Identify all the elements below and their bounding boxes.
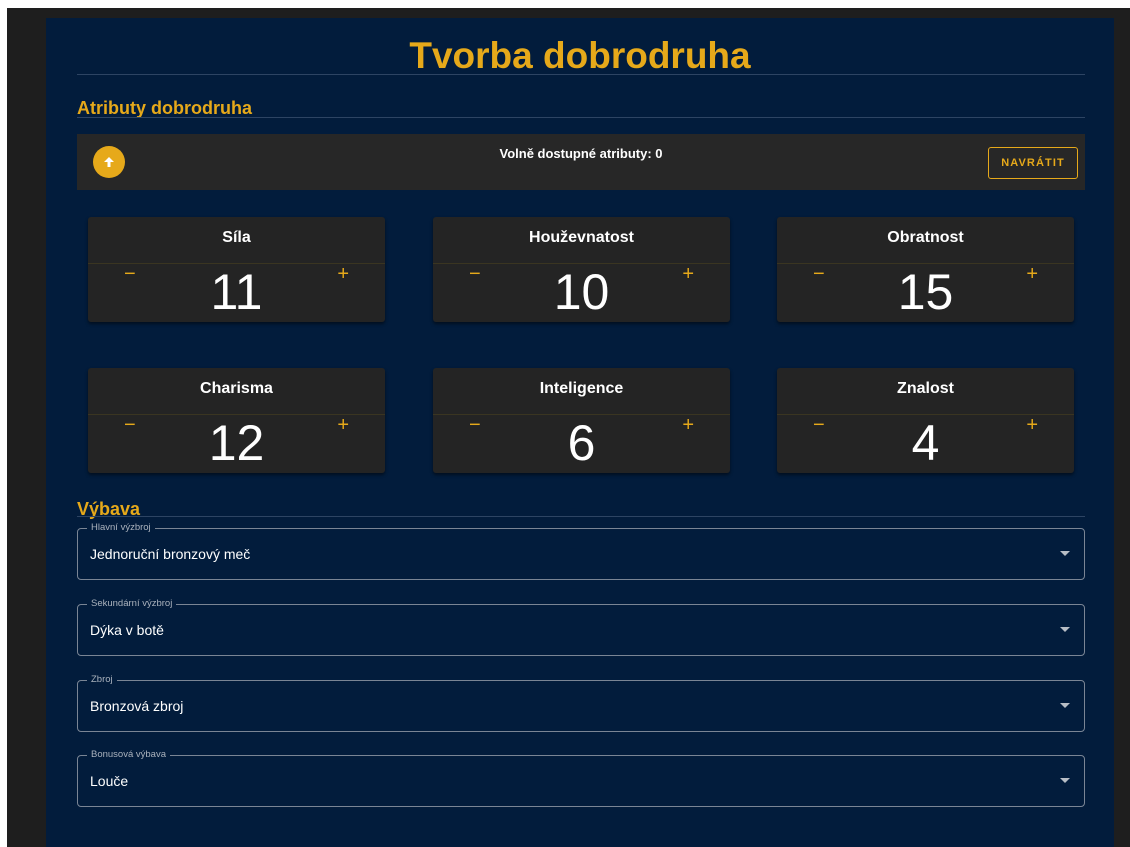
attribute-name: Síla — [222, 229, 251, 246]
field-value: Bronzová zbroj — [90, 698, 184, 714]
field-value: Dýka v botě — [90, 622, 164, 638]
attribute-card-houzevnatost: Houževnatost − 10 + — [433, 217, 730, 322]
increment-button[interactable]: + — [682, 263, 694, 285]
attributes-section-title: Atributy dobrodruha — [77, 98, 252, 118]
dropdown-arrow-icon — [1060, 703, 1070, 708]
page-title: Tvorba dobrodruha — [409, 35, 751, 76]
main-weapon-select[interactable]: Hlavní výzbroj Jednoruční bronzový meč — [77, 522, 1085, 580]
dropdown-arrow-icon — [1060, 627, 1070, 632]
field-label: Hlavní výzbroj — [87, 522, 155, 534]
attributes-divider — [77, 117, 1085, 118]
attribute-card-inteligence: Inteligence − 6 + — [433, 368, 730, 473]
title-divider — [77, 74, 1085, 75]
armor-select[interactable]: Zbroj Bronzová zbroj — [77, 674, 1085, 732]
character-creation-panel: Tvorba dobrodruha Atributy dobrodruha Vo… — [46, 18, 1114, 847]
reset-button[interactable]: NAVRÁTIT — [988, 147, 1078, 179]
bonus-equipment-select[interactable]: Bonusová výbava Louče — [77, 749, 1085, 807]
increment-button[interactable]: + — [682, 414, 694, 436]
attribute-card-obratnost: Obratnost − 15 + — [777, 217, 1074, 322]
field-label: Zbroj — [87, 674, 117, 686]
secondary-weapon-select[interactable]: Sekundární výzbroj Dýka v botě — [77, 598, 1085, 656]
attribute-card-znalost: Znalost − 4 + — [777, 368, 1074, 473]
attribute-name: Charisma — [200, 380, 273, 397]
attributes-toolbar: Volně dostupné atributy: 0 NAVRÁTIT — [77, 134, 1085, 190]
increment-button[interactable]: + — [1026, 263, 1038, 285]
field-value: Louče — [90, 773, 129, 789]
equipment-divider — [77, 516, 1085, 517]
field-value: Jednoruční bronzový meč — [90, 546, 251, 562]
attribute-name: Inteligence — [539, 380, 624, 397]
increment-button[interactable]: + — [337, 263, 349, 285]
increment-button[interactable]: + — [337, 414, 349, 436]
attribute-name: Znalost — [897, 380, 954, 397]
attribute-card-sila: Síla − 11 + — [88, 217, 385, 322]
field-label: Sekundární výzbroj — [87, 598, 177, 610]
free-attributes-label: Volně dostupné atributy: 0 — [499, 146, 663, 161]
dropdown-arrow-icon — [1060, 551, 1070, 556]
attribute-name: Houževnatost — [529, 229, 634, 246]
field-label: Bonusová výbava — [87, 749, 170, 761]
dropdown-arrow-icon — [1060, 778, 1070, 783]
attribute-name: Obratnost — [887, 229, 964, 246]
attribute-card-charisma: Charisma − 12 + — [88, 368, 385, 473]
increment-button[interactable]: + — [1026, 414, 1038, 436]
